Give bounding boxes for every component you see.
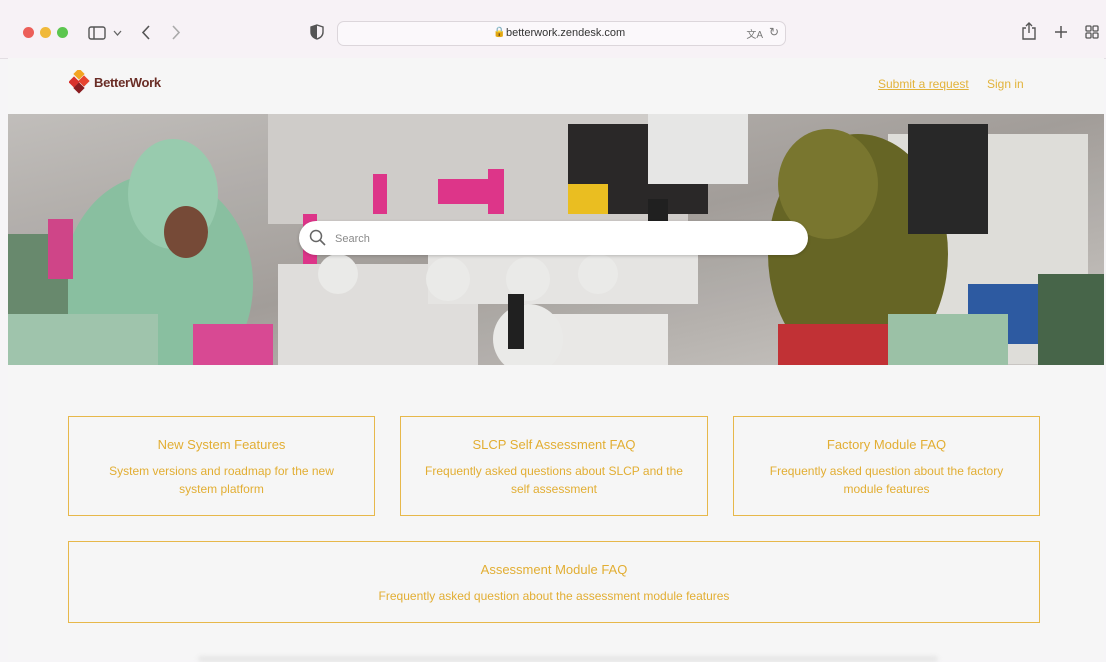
card-title[interactable]: Factory Module FAQ (734, 437, 1039, 452)
submit-request-link[interactable]: Submit a request (878, 77, 969, 91)
sign-in-link[interactable]: Sign in (987, 77, 1024, 91)
card-description: Frequently asked question about the asse… (378, 589, 730, 603)
translate-icon[interactable]: 文A (746, 26, 763, 41)
new-tab-icon[interactable] (1054, 25, 1068, 39)
site-header: BetterWork Submit a request Sign in (8, 58, 1104, 114)
card-description: Frequently asked question about the fact… (769, 464, 1004, 496)
zoom-window-button[interactable] (57, 27, 68, 38)
tab-overview-icon[interactable] (1085, 25, 1099, 39)
lock-icon: 🔒 (493, 27, 506, 38)
back-icon[interactable] (141, 25, 151, 40)
hero-banner (8, 114, 1104, 365)
sidebar-icon[interactable] (88, 26, 106, 40)
search-box[interactable] (299, 221, 808, 255)
close-window-button[interactable] (23, 27, 34, 38)
share-icon[interactable] (1022, 22, 1036, 40)
url-text: betterwork.zendesk.com (506, 27, 626, 39)
reload-icon[interactable]: ↻ (769, 25, 779, 39)
category-card-slcp-self-assessment-faq[interactable]: SLCP Self Assessment FAQ Frequently aske… (400, 416, 708, 516)
search-icon (309, 229, 326, 246)
address-bar[interactable]: 🔒 betterwork.zendesk.com 文A ↻ (337, 21, 786, 46)
footer-shadow (198, 656, 938, 662)
minimize-window-button[interactable] (40, 27, 51, 38)
search-input[interactable] (333, 222, 797, 255)
logo-text: BetterWork (94, 74, 161, 90)
browser-toolbar: 🔒 betterwork.zendesk.com 文A ↻ (0, 0, 1106, 59)
card-description: System versions and roadmap for the new … (109, 464, 334, 496)
page-content: BetterWork Submit a request Sign in Sear… (8, 58, 1104, 662)
forward-icon[interactable] (171, 25, 181, 40)
card-title[interactable]: New System Features (69, 437, 374, 452)
betterwork-logo[interactable]: BetterWork (69, 70, 161, 94)
category-card-assessment-module-faq[interactable]: Assessment Module FAQ Frequently asked q… (68, 541, 1040, 623)
card-title[interactable]: SLCP Self Assessment FAQ (401, 437, 707, 452)
card-title[interactable]: Assessment Module FAQ (69, 562, 1039, 577)
logo-mark-icon (69, 70, 90, 94)
shield-icon[interactable] (310, 24, 324, 40)
category-card-factory-module-faq[interactable]: Factory Module FAQ Frequently asked ques… (733, 416, 1040, 516)
chevron-down-icon[interactable] (113, 30, 122, 36)
category-card-new-system-features[interactable]: New System Features System versions and … (68, 416, 375, 516)
card-description: Frequently asked questions about SLCP an… (425, 464, 683, 496)
